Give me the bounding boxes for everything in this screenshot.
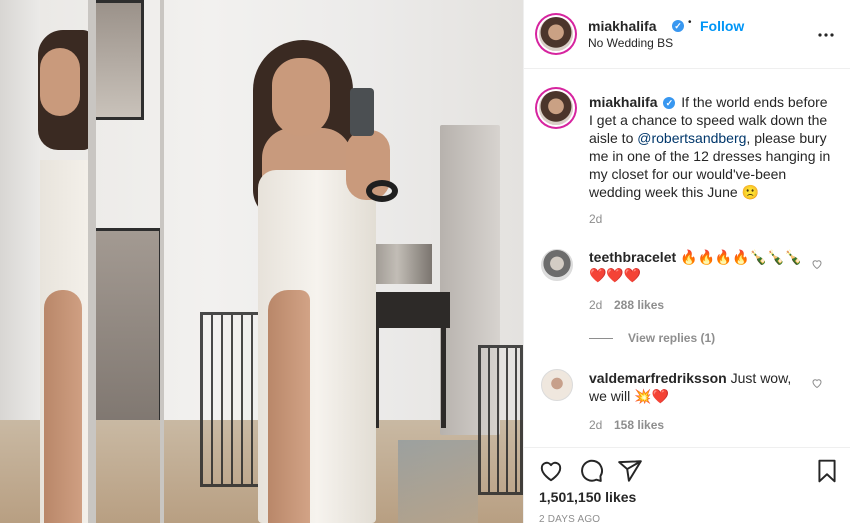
caption-mention-link[interactable]: @robertsandberg bbox=[637, 130, 746, 146]
post-header: miakhalifa ✓ • Follow No Wedding BS bbox=[524, 0, 850, 69]
framed-picture bbox=[92, 0, 144, 120]
location-link[interactable]: No Wedding BS bbox=[588, 36, 673, 50]
reflection-leg bbox=[44, 290, 82, 523]
caption-author-avatar[interactable] bbox=[539, 91, 573, 125]
comment: teethbracelet 🔥🔥🔥🔥🍾🍾🍾 ❤️❤️❤️ bbox=[589, 248, 809, 284]
comment-age: 2d bbox=[589, 298, 603, 312]
side-table bbox=[370, 292, 450, 328]
dog-crate-right bbox=[478, 345, 523, 495]
more-options-icon[interactable] bbox=[818, 24, 834, 42]
share-icon[interactable] bbox=[617, 458, 643, 484]
commenter-avatar[interactable] bbox=[541, 369, 573, 401]
table-leg bbox=[441, 328, 446, 428]
likes-count[interactable]: 1,501,150 likes bbox=[539, 489, 636, 505]
commenter-avatar[interactable] bbox=[541, 249, 573, 281]
comment-username[interactable]: valdemarfredriksson bbox=[589, 370, 727, 386]
phone bbox=[350, 88, 374, 136]
author-username[interactable]: miakhalifa bbox=[588, 18, 656, 34]
comment-age: 2d bbox=[589, 418, 603, 432]
comment-likes[interactable]: 288 likes bbox=[614, 298, 664, 312]
caption-age: 2d bbox=[589, 212, 603, 226]
follow-button[interactable]: Follow bbox=[700, 18, 744, 34]
replies-line bbox=[589, 338, 613, 339]
rug bbox=[398, 440, 478, 523]
verified-badge-icon: ✓ bbox=[663, 97, 676, 109]
separator-dot: • bbox=[688, 17, 692, 28]
person-face bbox=[272, 58, 330, 136]
comment: valdemarfredriksson Just wow, we will 💥❤… bbox=[589, 369, 804, 405]
caption-username[interactable]: miakhalifa bbox=[589, 94, 657, 110]
post-photo[interactable] bbox=[0, 0, 523, 523]
post-time[interactable]: 2 DAYS AGO bbox=[539, 514, 600, 523]
view-replies-button[interactable]: View replies (1) bbox=[628, 331, 715, 345]
mirror-frame bbox=[88, 0, 96, 523]
comment-icon[interactable] bbox=[578, 458, 604, 484]
heart-icon[interactable] bbox=[538, 458, 564, 484]
comment-username[interactable]: teethbracelet bbox=[589, 249, 676, 265]
person-leg bbox=[268, 290, 310, 523]
save-icon[interactable] bbox=[814, 458, 840, 484]
mirror-frame bbox=[160, 0, 164, 523]
post-side-panel: miakhalifa ✓ • Follow No Wedding BS miak… bbox=[523, 0, 850, 523]
like-comment-icon[interactable] bbox=[811, 377, 823, 389]
like-comment-icon[interactable] bbox=[811, 258, 823, 270]
post-actions-bar bbox=[524, 447, 850, 523]
verified-badge-icon: ✓ bbox=[672, 20, 684, 32]
bracelet bbox=[366, 180, 398, 202]
comment-likes[interactable]: 158 likes bbox=[614, 418, 664, 432]
caption: miakhalifa ✓ If the world ends before I … bbox=[589, 93, 834, 201]
reflection-face bbox=[40, 48, 80, 116]
author-avatar[interactable] bbox=[539, 17, 573, 51]
